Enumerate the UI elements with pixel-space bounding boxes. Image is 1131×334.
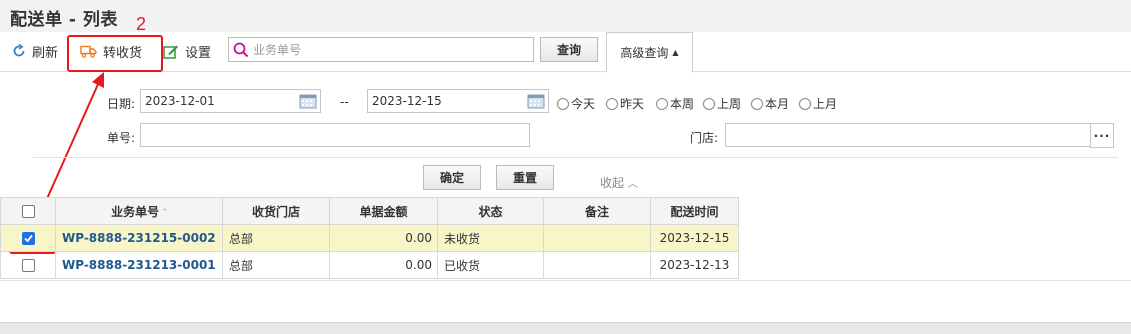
radio-last-month[interactable]: 上月 [799,95,837,112]
col-header-label: 业务单号 [111,204,160,219]
radio-this-week[interactable]: 本周 [656,95,694,112]
settings-button[interactable]: 设置 [163,40,211,62]
status-cell: 已收货 [437,251,544,279]
col-header-remark[interactable]: 备注 [543,197,651,225]
remark-cell [543,251,651,279]
store-cell: 总部 [222,224,330,252]
search-box [228,37,534,62]
radio-last-week[interactable]: 上周 [703,95,741,112]
date-to-value: 2023-12-15 [372,94,442,108]
collapse-label: 收起 [600,176,625,190]
radio-label: 上月 [813,97,838,111]
radio-circle [606,97,618,110]
amount-cell: 0.00 [329,224,438,252]
calendar-icon[interactable] [527,93,545,109]
radio-label: 今天 [571,97,596,111]
table-bottom-divider [0,280,1131,281]
settings-label: 设置 [185,45,212,61]
number-field[interactable] [140,123,530,147]
refresh-button[interactable]: 刷新 [12,40,58,62]
select-all-checkbox[interactable] [21,205,35,218]
remark-cell [543,224,651,252]
radio-this-month[interactable]: 本月 [751,95,789,112]
title-bar: 配送单 - 列表 [0,0,1131,32]
row-checkbox[interactable] [21,259,35,272]
radio-label: 本周 [670,97,695,111]
row-select-cell [0,224,56,252]
refresh-label: 刷新 [32,45,59,61]
row-select-cell [0,251,56,279]
date-separator: -- [340,95,349,109]
table-header-row: 业务单号 ˇ 收货门店 单据金额 状态 备注 配送时间 [0,197,739,225]
date-to-field[interactable]: 2023-12-15 [367,89,549,113]
table-row[interactable]: WP-8888-231215-0002 总部 0.00 未收货 2023-12-… [0,224,739,252]
number-label: 单号: [107,131,136,145]
refresh-icon [13,44,25,57]
search-icon [233,42,249,57]
radio-label: 上周 [717,97,742,111]
radio-today[interactable]: 今天 [557,95,595,112]
confirm-button[interactable]: 确定 [423,165,481,190]
time-cell: 2023-12-15 [650,224,739,252]
col-header-store[interactable]: 收货门店 [222,197,330,225]
doc-no-link[interactable]: WP-8888-231215-0002 [55,224,223,252]
radio-circle [656,97,668,110]
col-header-time[interactable]: 配送时间 [650,197,739,225]
caret-up-icon: ▲ [672,48,679,57]
divider [33,157,1118,158]
step-number-annotation: 2 [136,14,147,34]
radio-circle [557,97,569,110]
radio-circle [799,97,811,110]
col-header-status[interactable]: 状态 [437,197,544,225]
store-cell: 总部 [222,251,330,279]
radio-circle [751,97,763,110]
advanced-query-label: 高级查询 [620,46,669,60]
radio-circle [703,97,715,110]
store-label: 门店: [690,131,719,145]
col-header-doc-no[interactable]: 业务单号 ˇ [55,197,223,225]
radio-label: 本月 [765,97,790,111]
doc-no-link[interactable]: WP-8888-231213-0001 [55,251,223,279]
store-field[interactable] [725,123,1091,147]
radio-yesterday[interactable]: 昨天 [606,95,644,112]
query-button[interactable]: 查询 [540,37,598,62]
collapse-toggle[interactable]: 收起 ︿ [600,174,638,191]
radio-label: 昨天 [620,97,645,111]
store-picker-button[interactable]: ··· [1090,123,1114,148]
time-cell: 2023-12-13 [650,251,739,279]
table-row[interactable]: WP-8888-231213-0001 总部 0.00 已收货 2023-12-… [0,251,739,279]
date-from-value: 2023-12-01 [145,94,215,108]
checkmark-icon [23,234,33,243]
select-all-cell [0,197,56,225]
status-cell: 未收货 [437,224,544,252]
search-input[interactable] [253,39,523,60]
chevron-up-icon: ︿ [627,179,638,190]
toolbar: 刷新 转收货 设置 查询 高级查询 ▲ [0,32,1131,73]
highlight-receive-button [67,35,163,72]
more-dots-icon: ··· [1093,128,1111,143]
page-title: 配送单 - 列表 [10,10,118,30]
sort-icon: ˇ [159,208,167,219]
row-checkbox-checked[interactable] [21,232,35,245]
amount-cell: 0.00 [329,251,438,279]
reset-button[interactable]: 重置 [496,165,554,190]
date-from-field[interactable]: 2023-12-01 [140,89,321,113]
advanced-query-button[interactable]: 高级查询 ▲ [606,32,693,73]
calendar-icon[interactable] [299,93,317,109]
date-label: 日期: [107,97,136,111]
bottom-scrollbar[interactable] [0,322,1131,334]
results-table: 业务单号 ˇ 收货门店 单据金额 状态 备注 配送时间 WP-8888-2312… [0,197,739,279]
col-header-amount[interactable]: 单据金额 [329,197,438,225]
edit-icon [163,45,178,59]
